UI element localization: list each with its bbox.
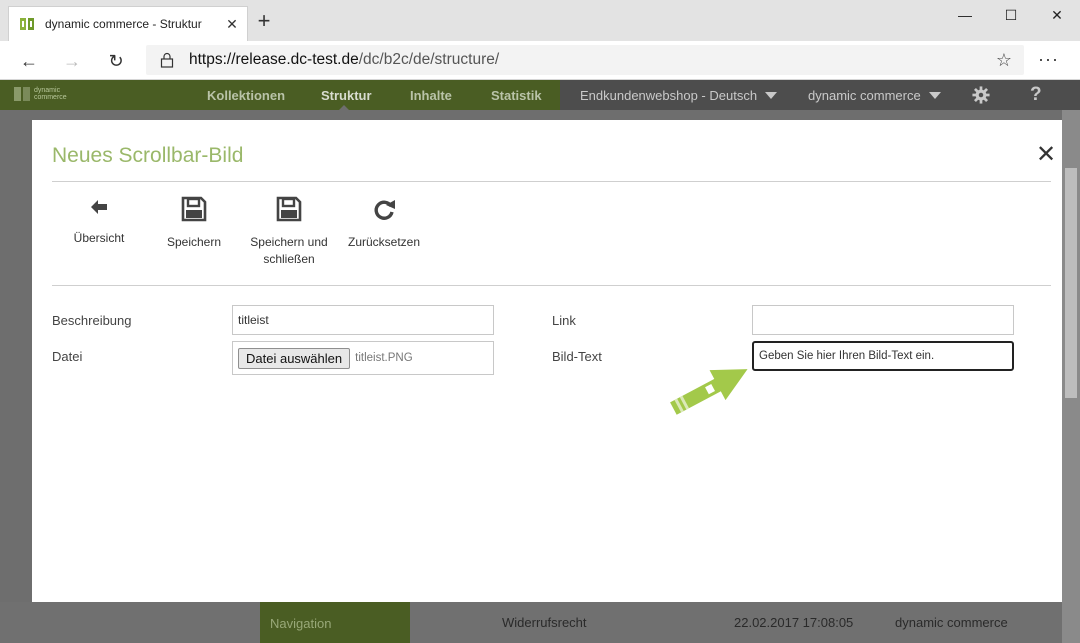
url-host: https://release.dc-test.de	[189, 51, 359, 68]
file-upload-field: Datei auswählen titleist.PNG	[232, 341, 494, 375]
browser-tab[interactable]: dynamic commerce - Struktur ✕	[8, 6, 248, 41]
divider	[52, 181, 1051, 182]
choose-file-button[interactable]: Datei auswählen	[238, 347, 351, 369]
floppy-disk-icon	[276, 196, 302, 222]
window-close-icon[interactable]: ✕	[1034, 0, 1080, 30]
gear-icon[interactable]	[972, 86, 990, 104]
arrow-left-icon	[91, 200, 107, 214]
url-path: /dc/b2c/de/structure/	[358, 51, 500, 68]
save-label: Speichern	[166, 235, 222, 249]
shop-selector-dropdown[interactable]: Endkundenwebshop - Deutsch	[580, 80, 778, 110]
url-text: https://release.dc-test.de/dc/b2c/de/str…	[189, 51, 499, 69]
shop-selector-label: Endkundenwebshop - Deutsch	[580, 87, 758, 103]
save-close-label-line2: schließen	[263, 252, 315, 266]
overview-button[interactable]: Übersicht	[70, 196, 128, 247]
maximize-icon[interactable]: ☐	[988, 0, 1034, 30]
lock-icon	[160, 52, 174, 68]
caret-down-icon	[928, 91, 941, 99]
link-label: Link	[552, 313, 576, 328]
back-arrow-icon[interactable]: ←	[17, 49, 41, 73]
background-cell-date: 22.02.2017 17:08:05	[734, 615, 854, 630]
dc-logo-icon	[14, 87, 30, 101]
reset-label: Zurücksetzen	[347, 235, 421, 249]
overview-label: Übersicht	[73, 231, 125, 245]
green-pointer-arrow-icon	[670, 369, 748, 415]
save-close-label-line1: Speichern und	[250, 235, 328, 249]
background-nav-item: Navigation	[260, 602, 410, 643]
redo-icon	[374, 200, 395, 220]
divider	[52, 285, 1051, 286]
link-input[interactable]	[752, 305, 1014, 335]
caret-down-icon	[765, 91, 778, 99]
more-menu-icon[interactable]: ···	[1038, 49, 1059, 70]
background-cell-name: Widerrufsrecht	[502, 615, 587, 630]
background-cell-user: dynamic commerce	[895, 615, 1008, 630]
minimize-icon[interactable]: —	[942, 0, 988, 30]
app-logo[interactable]: dynamic commerce	[13, 85, 67, 103]
page-scrollbar[interactable]	[1062, 110, 1080, 643]
logo-line1: dynamic	[34, 87, 61, 94]
dc-favicon-icon	[20, 18, 34, 30]
modal-close-icon[interactable]: ✕	[1035, 143, 1057, 167]
modal-title: Neues Scrollbar-Bild	[52, 144, 244, 167]
file-label: Datei	[52, 349, 83, 364]
tab-title: dynamic commerce - Struktur	[45, 17, 202, 31]
file-name: titleist.PNG	[355, 352, 413, 364]
logo-line2: commerce	[34, 94, 67, 101]
favorite-star-icon[interactable]: ☆	[996, 50, 1012, 71]
nav-inhalte[interactable]: Inhalte	[410, 80, 452, 110]
address-bar: ← → ↻ https://release.dc-test.de/dc/b2c/…	[0, 41, 1080, 80]
nav-kollektionen[interactable]: Kollektionen	[207, 80, 285, 110]
tab-close-icon[interactable]: ✕	[217, 16, 247, 33]
browser-titlebar: dynamic commerce - Struktur ✕ + — ☐ ✕	[0, 0, 1080, 41]
reload-icon[interactable]: ↻	[104, 49, 128, 73]
save-button[interactable]: Speichern	[162, 196, 226, 251]
description-input[interactable]	[232, 305, 494, 335]
app-header: dynamic commerce Kollektionen Struktur I…	[0, 80, 1080, 110]
active-nav-caret	[339, 105, 349, 110]
description-label: Beschreibung	[52, 313, 132, 328]
new-tab-icon[interactable]: +	[253, 10, 275, 32]
help-icon[interactable]: ?	[1030, 84, 1042, 106]
company-selector-dropdown[interactable]: dynamic commerce	[808, 80, 941, 110]
scrollbar-thumb[interactable]	[1065, 168, 1077, 398]
modal-dialog: Neues Scrollbar-Bild ✕ Übersicht Speiche…	[32, 120, 1062, 602]
reset-button[interactable]: Zurücksetzen	[345, 196, 423, 251]
nav-statistik[interactable]: Statistik	[491, 80, 542, 110]
url-field[interactable]: https://release.dc-test.de/dc/b2c/de/str…	[146, 45, 1024, 75]
company-selector-label: dynamic commerce	[808, 87, 921, 103]
image-text-input[interactable]	[752, 341, 1014, 371]
save-and-close-button[interactable]: Speichern und schließen	[247, 196, 331, 268]
forward-arrow-icon[interactable]: →	[60, 49, 84, 73]
image-text-label: Bild-Text	[552, 349, 602, 364]
floppy-disk-icon	[181, 196, 207, 222]
